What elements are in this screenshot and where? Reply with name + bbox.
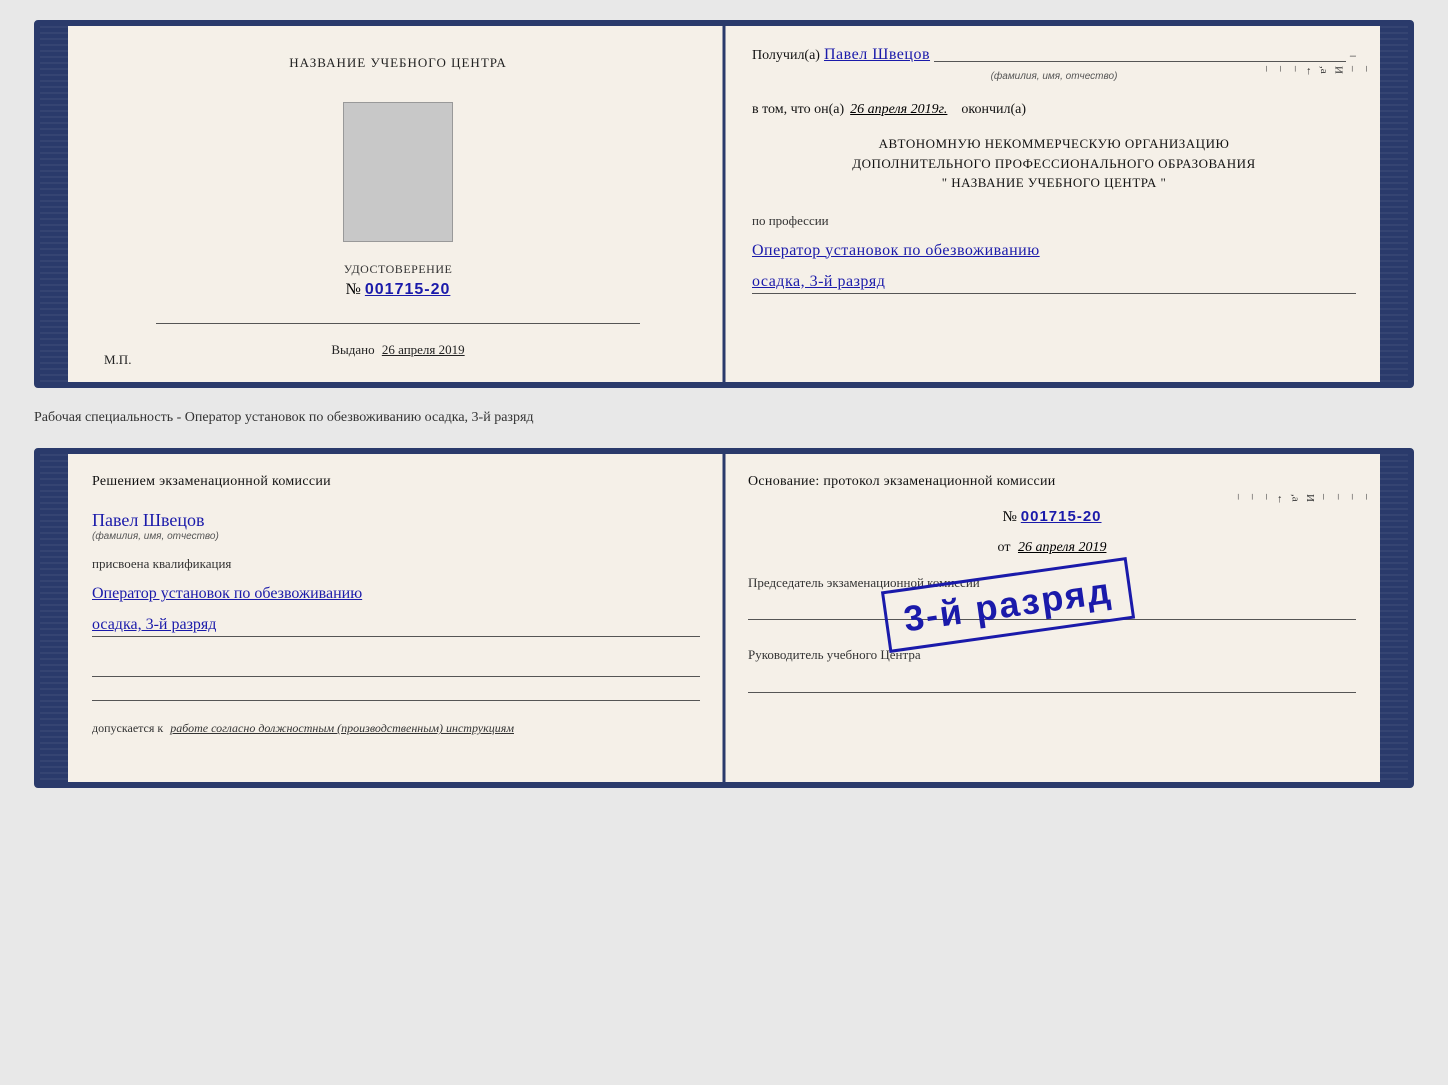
profession-name-line1: Оператор установок по обезвоживанию (752, 239, 1356, 263)
spine-left-1 (40, 26, 68, 382)
ot-date: 26 апреля 2019 (1018, 540, 1106, 555)
protocol-number: 001715-20 (1021, 508, 1102, 525)
stamp-overlay: 3-й разряд (881, 557, 1135, 652)
page-wrapper: НАЗВАНИЕ УЧЕБНОГО ЦЕНТРА УДОСТОВЕРЕНИЕ №… (34, 20, 1414, 788)
right-edge-text: – – И ,а ← – – – (1260, 66, 1374, 77)
protocol-number-line: № 001715-20 (748, 508, 1356, 526)
dash-line (934, 61, 1346, 62)
cert-number-block: УДОСТОВЕРЕНИЕ № 001715-20 (344, 262, 453, 299)
doc1-left-panel: НАЗВАНИЕ УЧЕБНОГО ЦЕНТРА УДОСТОВЕРЕНИЕ №… (68, 26, 728, 382)
right-edge-text-2: – – – – И ,а ← – – – (1231, 494, 1374, 505)
between-docs-label: Рабочая специальность - Оператор установ… (34, 406, 1414, 430)
dopuskaetsya-line: допускается к работе согласно должностны… (92, 719, 700, 737)
sig-line-1 (92, 659, 700, 677)
document-card-1: НАЗВАНИЕ УЧЕБНОГО ЦЕНТРА УДОСТОВЕРЕНИЕ №… (34, 20, 1414, 388)
vtom-line: в том, что он(а) 26 апреля 2019г. окончи… (752, 102, 1356, 118)
razryad-line: осадка, 3-й разряд (752, 273, 1356, 294)
prisvoena-label: присвоена квалификация (92, 556, 700, 572)
spine-right-1 (1380, 26, 1408, 382)
fio-hint: (фамилия, имя, отчество) (991, 71, 1118, 82)
doc1-right-panel: Получил(а) Павел Швецов – (фамилия, имя,… (728, 26, 1380, 382)
resheniem-title: Решением экзаменационной комиссии (92, 474, 700, 490)
cert-number-value: 001715-20 (365, 281, 451, 299)
org-block: АВТОНОМНУЮ НЕКОММЕРЧЕСКУЮ ОРГАНИЗАЦИЮ ДО… (752, 134, 1356, 193)
sig-line-2 (92, 683, 700, 701)
spine-left-2 (40, 454, 68, 782)
po-professii-label: по профессии (752, 213, 1356, 229)
sig-rukovoditel (748, 675, 1356, 693)
spine-right-2 (1380, 454, 1408, 782)
rukovoditel-label: Руководитель учебного Центра (748, 646, 1356, 664)
person-name: Павел Швецов (92, 510, 700, 531)
cert-title: НАЗВАНИЕ УЧЕБНОГО ЦЕНТРА (289, 54, 506, 72)
cert-photo (343, 102, 453, 242)
cert-issued-line: Выдано 26 апреля 2019 (331, 342, 464, 358)
cert-number-line: № 001715-20 (344, 281, 453, 299)
mp-label: М.П. (104, 352, 131, 368)
qualification-line1: Оператор установок по обезвоживанию (92, 582, 700, 606)
divider-line (156, 323, 639, 324)
date-value: 26 апреля 2019г. (850, 102, 947, 118)
signature-lines (92, 659, 700, 701)
qualification-line2: осадка, 3-й разряд (92, 616, 700, 637)
cert-label: УДОСТОВЕРЕНИЕ (344, 262, 453, 277)
ot-line: от 26 апреля 2019 (748, 540, 1356, 556)
received-name: Павел Швецов (824, 46, 930, 64)
doc2-left-panel: Решением экзаменационной комиссии Павел … (68, 454, 724, 782)
dopusk-italic: работе согласно должностным (производств… (170, 721, 514, 735)
dash-label: – (1350, 50, 1356, 62)
osnovanie-title: Основание: протокол экзаменационной коми… (748, 474, 1356, 490)
cert-issued-date: 26 апреля 2019 (382, 342, 465, 357)
document-card-2: Решением экзаменационной комиссии Павел … (34, 448, 1414, 788)
received-line: Получил(а) Павел Швецов – (752, 46, 1356, 64)
doc2-right-panel: Основание: протокол экзаменационной коми… (724, 454, 1380, 782)
fio-hint2: (фамилия, имя, отчество) (92, 531, 700, 542)
cert-number-prefix: № (346, 281, 361, 299)
person-name-block: Павел Швецов (фамилия, имя, отчество) (92, 506, 700, 542)
